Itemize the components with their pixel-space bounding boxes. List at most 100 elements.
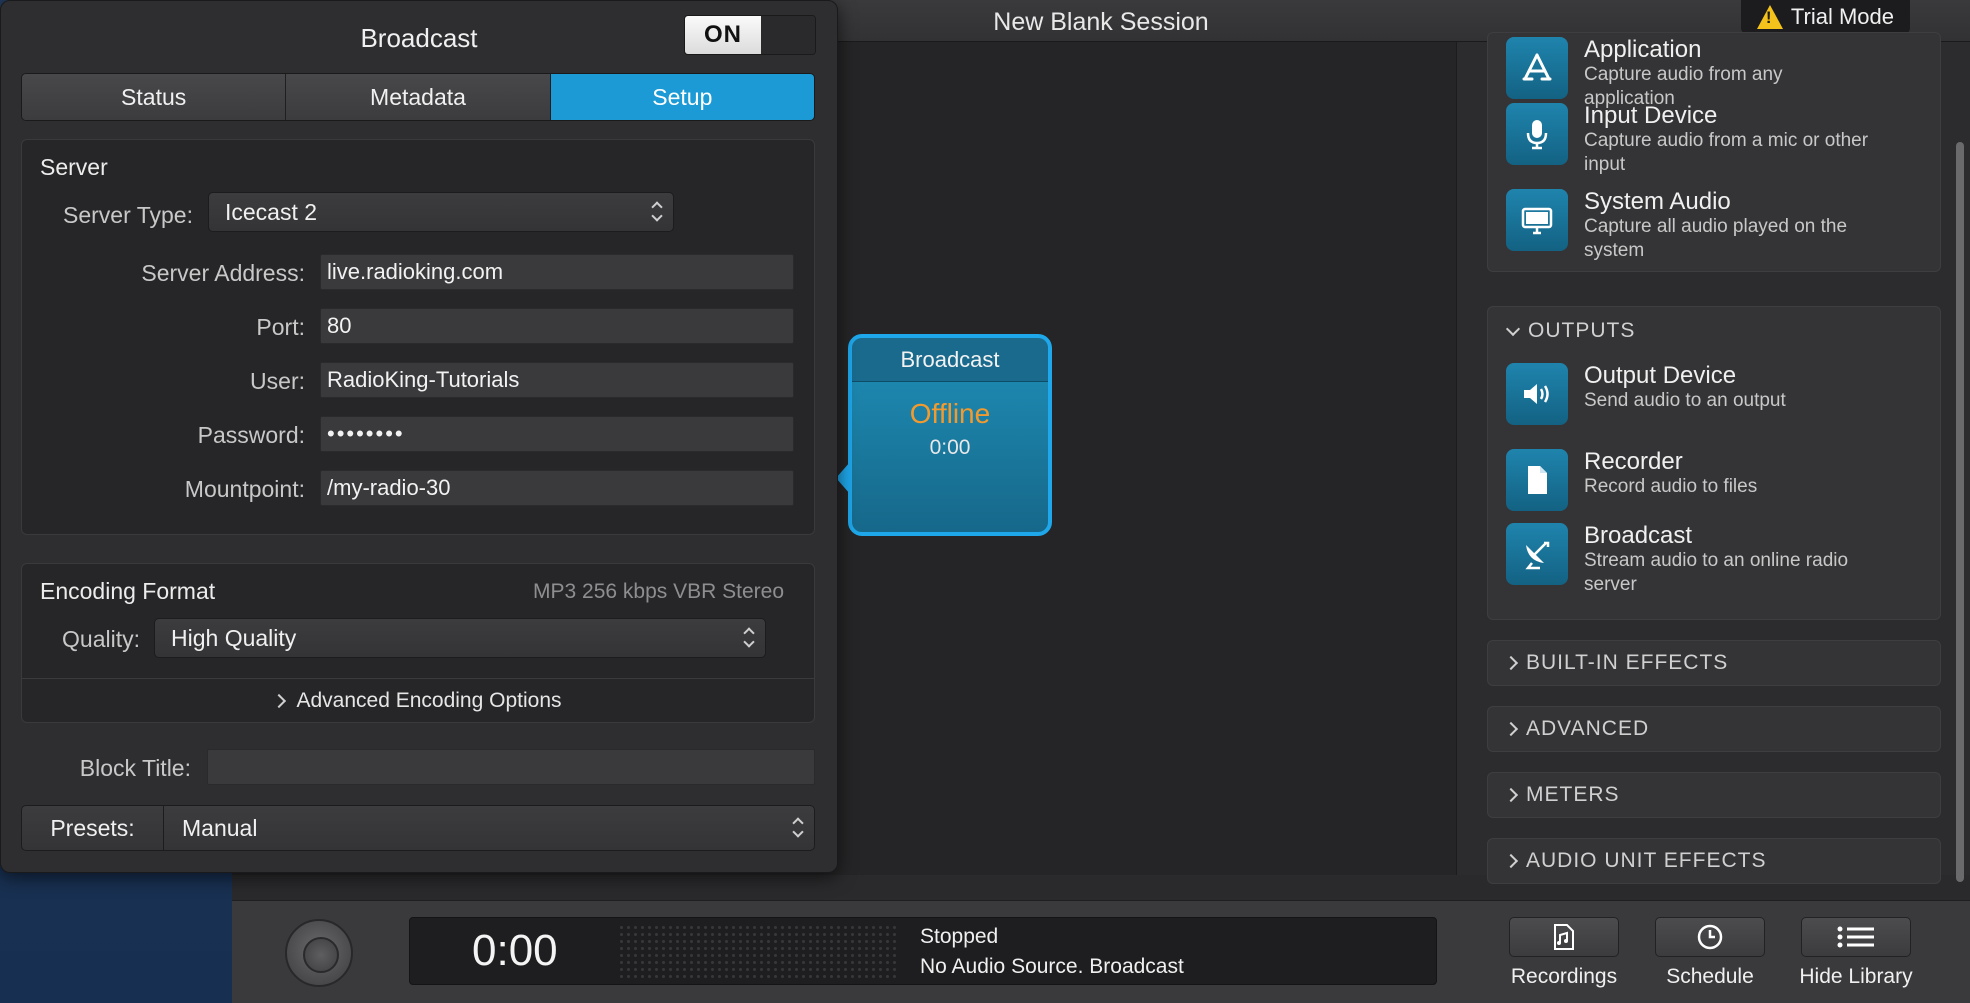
mountpoint-field[interactable]: /my-radio-30 (320, 470, 794, 506)
port-label: Port: (256, 314, 305, 340)
presets-label: Presets: (22, 806, 164, 850)
outputs-group: OUTPUTS Output Device Send audio to an o… (1487, 306, 1941, 620)
status-detail: No Audio Source. Broadcast (920, 955, 1184, 978)
chevron-right-icon (1503, 853, 1519, 869)
chevron-down-icon (1505, 321, 1521, 336)
server-address-field[interactable]: live.radioking.com (320, 254, 794, 290)
user-label: User: (250, 368, 305, 394)
updown-arrows-icon (651, 201, 661, 223)
record-button[interactable] (285, 919, 353, 987)
section-label: ADVANCED (1526, 717, 1650, 740)
library-item-output-device[interactable]: Output Device Send audio to an output (1506, 363, 1874, 425)
server-type-value: Icecast 2 (225, 198, 318, 225)
library-item-system-audio[interactable]: System Audio Capture all audio played on… (1506, 189, 1874, 263)
monitor-icon (1506, 189, 1568, 251)
library-item-desc: Capture all audio played on the system (1584, 216, 1848, 261)
status-display: 0:00 Stopped No Audio Source. Broadcast (409, 917, 1437, 985)
quality-select[interactable]: High Quality (154, 618, 766, 658)
section-advanced[interactable]: ADVANCED (1487, 706, 1941, 752)
schedule-button[interactable]: Schedule (1651, 917, 1769, 989)
power-toggle[interactable]: ON (684, 15, 816, 55)
level-meter (618, 924, 898, 980)
advanced-encoding-label: Advanced Encoding Options (296, 688, 562, 712)
tab-setup[interactable]: Setup (550, 74, 814, 120)
outputs-header[interactable]: OUTPUTS (1505, 319, 1636, 343)
recordings-button[interactable]: Recordings (1505, 917, 1623, 989)
tab-metadata[interactable]: Metadata (286, 74, 551, 120)
password-field[interactable]: •••••••• (320, 416, 794, 452)
chevron-right-icon (1503, 721, 1519, 737)
toggle-on-label: ON (685, 16, 761, 54)
server-type-select[interactable]: Icecast 2 (208, 192, 674, 232)
library-item-title: Output Device (1584, 362, 1737, 389)
library-item-title: Broadcast (1584, 522, 1693, 549)
sources-group: Application Capture audio from any appli… (1487, 32, 1941, 272)
satellite-dish-icon (1506, 523, 1568, 585)
broadcast-panel: Broadcast ON Status Metadata Setup Serve… (0, 0, 838, 873)
section-label: BUILT-IN EFFECTS (1526, 651, 1729, 674)
library-item-title: Application (1584, 36, 1702, 63)
tab-status[interactable]: Status (22, 74, 287, 120)
clock-icon (1655, 917, 1765, 957)
outputs-heading: OUTPUTS (1528, 319, 1636, 342)
hide-library-label: Hide Library (1799, 965, 1913, 988)
section-label: METERS (1526, 783, 1620, 806)
status-text: Stopped (920, 925, 999, 948)
warning-icon (1756, 5, 1783, 29)
server-group: Server Server Type: Icecast 2 Server Add… (21, 139, 815, 535)
panel-tabs: Status Metadata Setup (21, 73, 815, 121)
trial-mode-label: Trial Mode (1790, 4, 1894, 29)
app-store-icon (1506, 37, 1568, 99)
encoding-heading: Encoding Format (40, 578, 216, 604)
server-address-label: Server Address: (141, 260, 305, 286)
library-scrollbar[interactable] (1956, 142, 1964, 882)
user-field[interactable]: RadioKing-Tutorials (320, 362, 794, 398)
section-audio-unit-effects[interactable]: AUDIO UNIT EFFECTS (1487, 838, 1941, 884)
library-item-recorder[interactable]: Recorder Record audio to files (1506, 449, 1874, 511)
trial-mode-badge[interactable]: Trial Mode (1740, 0, 1910, 34)
schedule-label: Schedule (1666, 965, 1754, 988)
chevron-right-icon (1503, 787, 1519, 803)
library-item-input-device[interactable]: Input Device Capture audio from a mic or… (1506, 103, 1874, 177)
presets-value: Manual (182, 814, 258, 841)
broadcast-block-time: 0:00 (929, 436, 971, 459)
broadcast-block-status: Offline (909, 398, 991, 429)
chevron-right-icon (272, 693, 287, 708)
mountpoint-label: Mountpoint: (184, 476, 305, 502)
updown-arrows-icon (792, 817, 802, 839)
updown-arrows-icon (743, 627, 753, 649)
document-icon (1506, 449, 1568, 511)
quality-value: High Quality (171, 624, 297, 651)
elapsed-time: 0:00 (472, 926, 558, 975)
library-item-desc: Capture audio from a mic or other input (1584, 130, 1869, 175)
port-field[interactable]: 80 (320, 308, 794, 344)
advanced-encoding-options[interactable]: Advanced Encoding Options (22, 678, 814, 722)
toggle-off-side (761, 16, 815, 54)
library-item-desc: Send audio to an output (1584, 390, 1786, 411)
chevron-right-icon (1503, 655, 1519, 671)
library-item-title: System Audio (1584, 188, 1731, 215)
block-title-field[interactable] (207, 749, 815, 785)
library-item-broadcast[interactable]: Broadcast Stream audio to an online radi… (1506, 523, 1874, 597)
library-item-title: Recorder (1584, 448, 1683, 475)
hide-library-button[interactable]: Hide Library (1797, 917, 1915, 989)
password-label: Password: (197, 422, 305, 448)
broadcast-block[interactable]: Broadcast Offline 0:00 (848, 334, 1052, 536)
encoding-group: Encoding Format MP3 256 kbps VBR Stereo … (21, 563, 815, 723)
recordings-label: Recordings (1510, 965, 1618, 988)
speaker-icon (1506, 363, 1568, 425)
broadcast-block-title: Broadcast (852, 338, 1048, 382)
server-type-label: Server Type: (63, 202, 193, 228)
library-item-application[interactable]: Application Capture audio from any appli… (1506, 37, 1874, 111)
section-meters[interactable]: METERS (1487, 772, 1941, 818)
section-label: AUDIO UNIT EFFECTS (1526, 849, 1767, 872)
block-title-label: Block Title: (79, 755, 191, 781)
encoding-summary: MP3 256 kbps VBR Stereo (533, 580, 784, 603)
library-item-title: Input Device (1584, 102, 1718, 129)
list-icon (1801, 917, 1911, 957)
presets-select[interactable]: Presets: Manual (21, 805, 815, 851)
server-heading: Server (40, 154, 108, 180)
library-item-desc: Stream audio to an online radio server (1584, 550, 1849, 595)
recordings-icon (1509, 917, 1619, 957)
section-built-in-effects[interactable]: BUILT-IN EFFECTS (1487, 640, 1941, 686)
